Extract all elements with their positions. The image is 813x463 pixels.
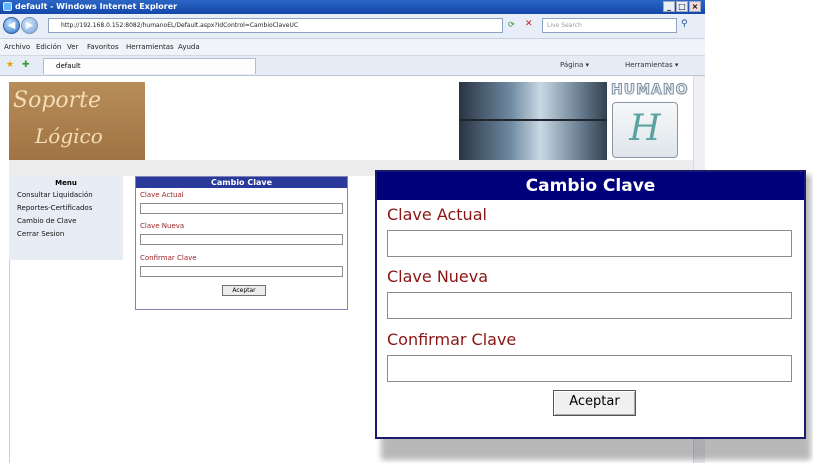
- add-favorites-icon[interactable]: ✚: [22, 60, 30, 70]
- tab-default[interactable]: default: [43, 58, 256, 74]
- stop-icon[interactable]: ✕: [525, 19, 533, 29]
- confirm-password-label: Confirmar Clave: [140, 254, 197, 262]
- toolbar-page-menu[interactable]: Página ▾: [560, 61, 589, 69]
- zoom-form-title: Cambio Clave: [377, 172, 804, 200]
- header-banner-image: [459, 82, 607, 160]
- back-button[interactable]: ◀: [3, 17, 20, 34]
- new-password-input[interactable]: [140, 234, 343, 245]
- menu-item-herramientas[interactable]: Herramientas: [126, 43, 174, 51]
- zoom-new-password-input[interactable]: [387, 292, 792, 319]
- menu-item-favoritos[interactable]: Favoritos: [87, 43, 119, 51]
- sidebar-item-cambio-de-clave[interactable]: Cambio de Clave: [17, 217, 76, 225]
- search-icon[interactable]: ⚲: [681, 19, 688, 29]
- search-input[interactable]: Live Search: [542, 18, 677, 33]
- forward-button[interactable]: ▶: [21, 17, 38, 34]
- brand-logo-box: H: [612, 102, 678, 158]
- confirm-password-input[interactable]: [140, 266, 343, 277]
- accept-button[interactable]: Aceptar: [222, 285, 266, 296]
- menu-item-ayuda[interactable]: Ayuda: [178, 43, 200, 51]
- sidebar-item-consultar-liquidacion[interactable]: Consultar Liquidación: [17, 191, 93, 199]
- logo-line-2: Lógico: [35, 124, 103, 148]
- current-password-input[interactable]: [140, 203, 343, 214]
- ie-icon: [3, 2, 12, 11]
- form-title: Cambio Clave: [136, 177, 347, 188]
- window-title-bar: default - Windows Internet Explorer _ □ …: [0, 0, 705, 14]
- menu-item-archivo[interactable]: Archivo: [4, 43, 30, 51]
- window-title: default - Windows Internet Explorer: [15, 2, 178, 11]
- address-bar-row: ◀ ▶ http://192.168.0.152:8082/humanoEL/D…: [0, 14, 705, 39]
- brand-mark: H: [629, 108, 661, 149]
- menu-bar: Archivo Edición Ver Favoritos Herramient…: [0, 39, 705, 56]
- toolbar-tools-menu[interactable]: Herramientas ▾: [625, 61, 678, 69]
- zoom-current-password-input[interactable]: [387, 230, 792, 257]
- zoom-new-password-label: Clave Nueva: [387, 267, 489, 286]
- soporte-logico-logo: Soporte Lógico: [9, 82, 145, 160]
- minimize-button[interactable]: _: [663, 1, 675, 12]
- menu-item-ver[interactable]: Ver: [67, 43, 78, 51]
- address-input[interactable]: http://192.168.0.152:8082/humanoEL/Defau…: [48, 18, 503, 33]
- sidebar-title: Menu: [55, 179, 77, 187]
- change-password-form-zoomed: Cambio Clave Clave Actual Clave Nueva Co…: [375, 170, 806, 439]
- refresh-icon[interactable]: ⟳: [508, 20, 515, 29]
- banner-horizon: [459, 119, 607, 121]
- zoom-current-password-label: Clave Actual: [387, 205, 487, 224]
- sidebar-menu: Menu Consultar Liquidación Reportes-Cert…: [9, 176, 123, 260]
- left-border: [9, 260, 10, 463]
- humano-brand: HUMANO H: [607, 82, 693, 160]
- favorites-star-icon[interactable]: ★: [6, 60, 14, 70]
- tab-label: default: [56, 62, 81, 70]
- logo-line-1: Soporte: [13, 88, 102, 113]
- new-password-label: Clave Nueva: [140, 222, 185, 230]
- menu-item-edicion[interactable]: Edición: [36, 43, 61, 51]
- change-password-form: Cambio Clave Clave Actual Clave Nueva Co…: [135, 176, 348, 310]
- zoom-accept-button[interactable]: Aceptar: [553, 390, 636, 416]
- sidebar-item-cerrar-sesion[interactable]: Cerrar Sesion: [17, 230, 64, 238]
- zoom-confirm-password-input[interactable]: [387, 355, 792, 382]
- brand-text: HUMANO: [610, 82, 689, 99]
- zoom-confirm-password-label: Confirmar Clave: [387, 330, 517, 349]
- close-button[interactable]: ×: [689, 1, 701, 12]
- favorites-tab-row: ★ ✚ default Página ▾ Herramientas ▾: [0, 56, 705, 76]
- current-password-label: Clave Actual: [140, 191, 184, 199]
- maximize-button[interactable]: □: [676, 1, 688, 12]
- sidebar-item-reportes-certificados[interactable]: Reportes-Certificados: [17, 204, 92, 212]
